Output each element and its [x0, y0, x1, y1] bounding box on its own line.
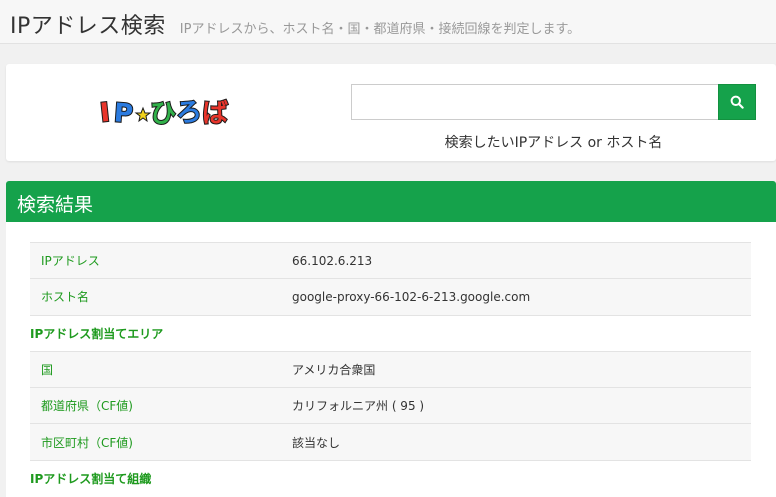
table-row: ホスト名 google-proxy-66-102-6-213.google.co…: [30, 278, 751, 316]
row-key: 都道府県（CF値): [30, 387, 292, 424]
section-title: IPアドレス割当て組織: [30, 459, 751, 497]
search-box: [351, 84, 756, 120]
row-key: IPアドレス: [30, 241, 292, 279]
row-value: google-proxy-66-102-6-213.google.com: [292, 278, 751, 316]
table-row: 国 アメリカ合衆国: [30, 350, 751, 388]
search-button[interactable]: [718, 84, 756, 120]
row-key: ホスト名: [30, 278, 292, 316]
search-card: I P ひ ろ ば 検索したいIPアドレス or ホスト名: [6, 64, 776, 161]
svg-text:I: I: [99, 98, 112, 128]
table-row: 市区町村（CF値) 該当なし: [30, 423, 751, 461]
row-key: 市区町村（CF値): [30, 423, 292, 461]
section-row: IPアドレス割当てエリア: [30, 314, 751, 352]
svg-text:ば: ば: [202, 99, 228, 128]
site-logo[interactable]: I P ひ ろ ば: [98, 94, 236, 131]
row-key: 国: [30, 350, 292, 388]
row-value: 66.102.6.213: [292, 241, 751, 279]
search-hint: 検索したいIPアドレス or ホスト名: [444, 135, 663, 151]
results-header: 検索結果: [6, 181, 776, 222]
table-row: 都道府県（CF値) カリフォルニア州 ( 95 ): [30, 387, 751, 424]
svg-text:P: P: [113, 98, 134, 128]
logo-graphic: I P ひ ろ ば: [98, 96, 229, 131]
page-title: IPアドレス検索: [10, 14, 166, 39]
row-value: 該当なし: [292, 423, 751, 461]
table-row: IPアドレス 66.102.6.213: [30, 241, 751, 279]
search-input[interactable]: [351, 84, 718, 120]
section-title: IPアドレス割当てエリア: [30, 314, 751, 352]
section-row: IPアドレス割当て組織: [30, 459, 751, 497]
top-header: IPアドレス検索 IPアドレスから、ホスト名・国・都道府県・接続回線を判定します…: [0, 0, 776, 44]
svg-text:ひ: ひ: [150, 99, 176, 128]
row-value: カリフォルニア州 ( 95 ): [292, 387, 751, 424]
search-icon: [730, 95, 744, 109]
row-value: アメリカ合衆国: [292, 350, 751, 388]
result-table: IPアドレス 66.102.6.213 ホスト名 google-proxy-66…: [30, 241, 751, 497]
page-description: IPアドレスから、ホスト名・国・都道府県・接続回線を判定します。: [179, 22, 581, 37]
svg-text:ろ: ろ: [175, 97, 203, 128]
results-panel: IPアドレス 66.102.6.213 ホスト名 google-proxy-66…: [6, 222, 776, 497]
